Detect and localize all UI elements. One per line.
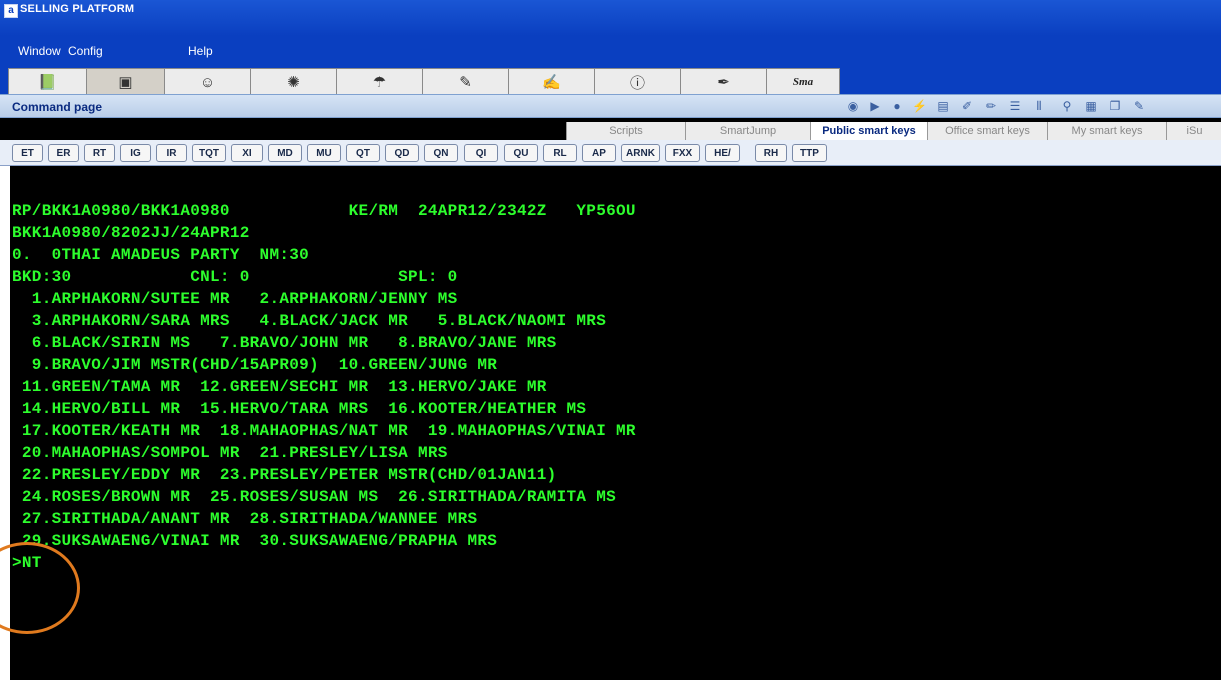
terminal-line: 20.MAHAOPHAS/SOMPOL MR 21.PRESLEY/LISA M… xyxy=(12,444,448,462)
terminal-line: 24.ROSES/BROWN MR 25.ROSES/SUSAN MS 26.S… xyxy=(12,488,616,506)
menu-window[interactable]: Window xyxy=(18,44,61,58)
terminal-line: 6.BLACK/SIRIN MS 7.BRAVO/JOHN MR 8.BRAVO… xyxy=(12,334,557,352)
key-ttp[interactable]: TTP xyxy=(792,144,827,162)
pen-icon[interactable]: ✒ xyxy=(680,68,767,95)
terminal-screen[interactable]: RP/BKK1A0980/BKK1A0980 KE/RM 24APR12/234… xyxy=(0,166,1221,680)
terminal-line: BKD:30 CNL: 0 SPL: 0 xyxy=(12,268,458,286)
magnify-icon[interactable]: ⚲ xyxy=(1060,99,1074,113)
terminal-line: 17.KOOTER/KEATH MR 18.MAHAOPHAS/NAT MR 1… xyxy=(12,422,636,440)
list-icon[interactable]: ☰ xyxy=(1008,99,1022,113)
brush-icon[interactable]: ✐ xyxy=(960,99,974,113)
highlighter-icon[interactable]: ✏ xyxy=(984,99,998,113)
terminal-line: 0. 0THAI AMADEUS PARTY NM:30 xyxy=(12,246,310,264)
key-qn[interactable]: QN xyxy=(424,144,458,162)
gear-sun-icon[interactable]: ✺ xyxy=(250,68,337,95)
record-icon[interactable]: ● xyxy=(890,99,904,113)
terminal-line: 14.HERVO/BILL MR 15.HERVO/TARA MRS 16.KO… xyxy=(12,400,587,418)
terminal-line: 3.ARPHAKORN/SARA MRS 4.BLACK/JACK MR 5.B… xyxy=(12,312,607,330)
umbrella-icon[interactable]: ☂ xyxy=(336,68,423,95)
key-ir[interactable]: IR xyxy=(156,144,187,162)
key-qd[interactable]: QD xyxy=(385,144,419,162)
circle-icon[interactable]: ◉ xyxy=(846,99,860,113)
tab-my-smart-keys[interactable]: My smart keys xyxy=(1047,122,1166,140)
notepad-icon[interactable]: ✍ xyxy=(508,68,595,95)
terminal-line: 27.SIRITHADA/ANANT MR 28.SIRITHADA/WANNE… xyxy=(12,510,478,528)
tab-isu[interactable]: iSu xyxy=(1166,122,1221,140)
menu-bar: Window Config Help xyxy=(0,36,1221,64)
book-small-icon[interactable]: ▤ xyxy=(936,99,950,113)
info-icon[interactable]: ⓘ xyxy=(594,68,681,95)
smart-keys-bar: ET ER RT IG IR TQT XI MD MU QT QD QN QI … xyxy=(0,140,1221,166)
command-prompt[interactable]: >NT xyxy=(12,552,42,574)
terminal-line: 9.BRAVO/JIM MSTR(CHD/15APR09) 10.GREEN/J… xyxy=(12,356,498,374)
command-page-title: Command page xyxy=(12,100,103,114)
title-bar: a SELLING PLATFORM xyxy=(0,0,1221,36)
key-qi[interactable]: QI xyxy=(464,144,498,162)
tools-icon[interactable]: ✎ xyxy=(422,68,509,95)
key-qu[interactable]: QU xyxy=(504,144,538,162)
terminal-line: 29.SUKSAWAENG/VINAI MR 30.SUKSAWAENG/PRA… xyxy=(12,532,498,550)
key-qt[interactable]: QT xyxy=(346,144,380,162)
key-xi[interactable]: XI xyxy=(231,144,263,162)
key-ap[interactable]: AP xyxy=(582,144,616,162)
agent-icon[interactable]: ☺ xyxy=(164,68,251,95)
main-toolbar: 📗 ▣ ☺ ✺ ☂ ✎ ✍ ⓘ ✒ Sma xyxy=(0,64,1221,95)
terminal-line: 1.ARPHAKORN/SUTEE MR 2.ARPHAKORN/JENNY M… xyxy=(12,290,458,308)
command-page-header: Command page ◉ ▶ ● ⚡ ▤ ✐ ✏ ☰ ⦀ ⚲ ▦ ❐ ✎ xyxy=(0,94,1221,118)
terminal-line: 22.PRESLEY/EDDY MR 23.PRESLEY/PETER MSTR… xyxy=(12,466,557,484)
key-tqt[interactable]: TQT xyxy=(192,144,226,162)
copy-icon[interactable]: ❐ xyxy=(1108,99,1122,113)
book-icon[interactable]: 📗 xyxy=(8,68,87,95)
play-icon[interactable]: ▶ xyxy=(868,99,882,113)
terminal-line: RP/BKK1A0980/BKK1A0980 KE/RM 24APR12/234… xyxy=(12,202,636,220)
bars-icon[interactable]: ⦀ xyxy=(1032,99,1046,113)
menu-help[interactable]: Help xyxy=(188,44,213,58)
grid-icon[interactable]: ▦ xyxy=(1084,99,1098,113)
key-he[interactable]: HE/ xyxy=(705,144,740,162)
key-ig[interactable]: IG xyxy=(120,144,151,162)
wand-icon[interactable]: ⚡ xyxy=(912,99,927,113)
edit-icon[interactable]: ✎ xyxy=(1132,99,1146,113)
key-fxx[interactable]: FXX xyxy=(665,144,700,162)
key-rt[interactable]: RT xyxy=(84,144,115,162)
amadeus-a-icon: a xyxy=(4,4,18,18)
smart-keys-tabs: Scripts SmartJump Public smart keys Offi… xyxy=(0,118,1221,140)
key-er[interactable]: ER xyxy=(48,144,79,162)
key-mu[interactable]: MU xyxy=(307,144,341,162)
terminal-line: BKK1A0980/8202JJ/24APR12 xyxy=(12,224,250,242)
key-md[interactable]: MD xyxy=(268,144,302,162)
window-title: SELLING PLATFORM xyxy=(20,3,135,15)
tab-office-smart-keys[interactable]: Office smart keys xyxy=(927,122,1047,140)
terminal-icon[interactable]: ▣ xyxy=(86,68,165,95)
tab-smartjump[interactable]: SmartJump xyxy=(685,122,810,140)
key-et[interactable]: ET xyxy=(12,144,43,162)
key-arnk[interactable]: ARNK xyxy=(621,144,660,162)
left-frame-edge xyxy=(0,166,10,680)
key-rl[interactable]: RL xyxy=(543,144,577,162)
smart-icon-label: Sma xyxy=(792,76,814,88)
key-rh[interactable]: RH xyxy=(755,144,787,162)
smart-icon[interactable]: Sma xyxy=(766,68,840,95)
tab-scripts[interactable]: Scripts xyxy=(566,122,685,140)
tab-public-smart-keys[interactable]: Public smart keys xyxy=(810,122,927,140)
terminal-line: 11.GREEN/TAMA MR 12.GREEN/SECHI MR 13.HE… xyxy=(12,378,547,396)
menu-config[interactable]: Config xyxy=(68,44,103,58)
